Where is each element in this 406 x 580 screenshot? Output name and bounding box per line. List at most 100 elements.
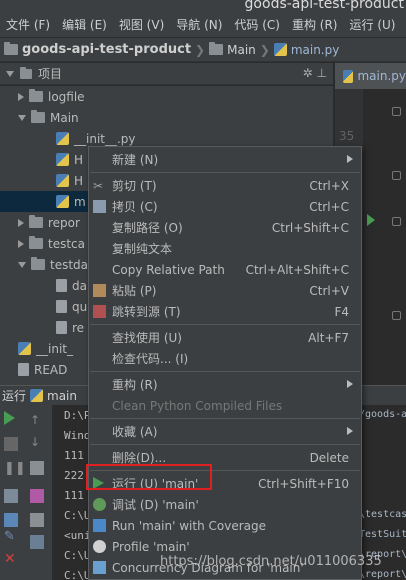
tree-item[interactable]: __init_ (18, 338, 73, 359)
profile-icon (93, 540, 106, 553)
console-line: 111 (64, 489, 84, 502)
chevron-down-icon[interactable] (18, 114, 26, 121)
menu-item[interactable]: 编辑 (E) (56, 16, 113, 33)
console-line-tail: \report\ (359, 569, 406, 580)
context-menu-label: 重构 (R) (112, 378, 158, 392)
menu-item[interactable]: 重构 (R) (286, 16, 344, 33)
breadcrumb-label: main.py (290, 42, 340, 57)
tree-item[interactable]: H (56, 170, 83, 191)
breadcrumb-item[interactable]: Main (209, 42, 256, 57)
fold-icon[interactable] (392, 217, 401, 226)
context-menu-label: 查找使用 (U) (112, 331, 182, 345)
tree-item[interactable]: READ (18, 359, 67, 380)
wrap-icon[interactable] (30, 461, 44, 475)
paste-icon (93, 284, 106, 297)
fold-icon[interactable] (392, 311, 401, 320)
stop-icon[interactable] (4, 437, 18, 451)
tree-item[interactable]: testca (18, 233, 85, 254)
context-menu-item[interactable]: 跳转到源 (T) F4 (89, 301, 361, 322)
console-line-tail: \testcas (359, 509, 406, 520)
menu-separator (90, 371, 360, 372)
collapse-icon[interactable] (6, 70, 14, 77)
breadcrumb-item[interactable]: goods-api-test-product (4, 42, 191, 57)
tree-item[interactable]: m (0, 191, 90, 212)
chevron-right-icon[interactable] (18, 218, 24, 227)
scroll-end-icon[interactable] (30, 489, 44, 503)
context-menu-label: 收藏 (A) (112, 425, 158, 439)
gear-icon[interactable]: ✲ ⊥ (303, 66, 327, 80)
tree-item[interactable]: da (56, 275, 87, 296)
pin-icon[interactable]: ✎ (4, 529, 18, 544)
console-line: 222 (64, 469, 84, 482)
tree-item-label: da (72, 278, 87, 293)
tree-item[interactable]: re (56, 317, 84, 338)
context-menu-item[interactable]: 重构 (R) (89, 374, 361, 395)
menu-items: 文件 (F) 编辑 (E) 视图 (V) 导航 (N) 代码 (C) 重构 (R) 运行 (… (0, 16, 406, 33)
tree-item[interactable]: qu (56, 296, 87, 317)
print-icon[interactable] (30, 513, 44, 527)
file-icon (18, 363, 29, 376)
menu-item[interactable]: 视图 (V) (113, 16, 170, 33)
python-file-icon (56, 174, 69, 187)
tree-item-label: repor (48, 215, 80, 230)
arrow-up-icon[interactable]: ↑ (30, 413, 44, 427)
tree-item[interactable]: logfile (18, 86, 85, 107)
context-menu-item[interactable]: 调试 (D) 'main' (89, 494, 361, 515)
layout-icon[interactable] (4, 489, 18, 503)
close-icon[interactable]: ✕ (4, 551, 18, 567)
context-menu-item[interactable]: 粘贴 (P) Ctrl+V (89, 280, 361, 301)
run-gutter-icon[interactable] (367, 214, 375, 226)
trash-icon[interactable] (30, 535, 44, 549)
shortcut-label: Ctrl+V (309, 283, 349, 298)
console-line: C:\U (64, 509, 91, 522)
console-line-tail: /goods-a (359, 409, 406, 420)
folder-icon (29, 236, 43, 249)
tree-item-label: Main (50, 110, 79, 125)
arrow-down-icon[interactable]: ↓ (30, 435, 44, 449)
rerun-icon[interactable] (4, 411, 15, 425)
tree-item[interactable]: Main (18, 107, 79, 128)
tree-item[interactable]: testda (18, 254, 88, 275)
context-menu-item[interactable]: ✂ 剪切 (T) Ctrl+X (89, 175, 361, 196)
context-menu-item[interactable]: 新建 (N) (89, 149, 361, 170)
chevron-down-icon[interactable] (18, 261, 26, 268)
tree-item-label: re (72, 320, 85, 335)
context-menu-item[interactable]: 复制纯文本 (89, 238, 361, 259)
context-menu-item[interactable]: Copy Relative Path Ctrl+Alt+Shift+C (89, 259, 361, 280)
breadcrumb-item[interactable]: main.py (273, 42, 340, 57)
tree-item[interactable]: H (56, 149, 83, 170)
context-menu-item[interactable]: 查找使用 (U) Alt+F7 (89, 327, 361, 348)
menu-item[interactable]: 工 (401, 16, 406, 33)
python-file-icon (30, 389, 44, 402)
context-menu-item[interactable]: 检查代码... (I) (89, 348, 361, 369)
pause-icon[interactable]: ❚❚ (4, 461, 26, 476)
settings-icon[interactable] (4, 513, 18, 527)
chevron-right-icon[interactable] (18, 239, 24, 248)
tree-item-label: H (74, 173, 84, 188)
console-line: Wind (64, 429, 91, 442)
tree-item-label: m (74, 194, 86, 209)
menu-item[interactable]: 导航 (N) (170, 16, 228, 33)
chevron-right-icon[interactable] (18, 92, 24, 101)
copy-icon (93, 200, 106, 213)
tree-item[interactable]: repor (18, 212, 80, 233)
python-file-icon (18, 342, 31, 355)
menu-item[interactable]: 文件 (F) (0, 16, 56, 33)
fold-icon[interactable] (392, 107, 401, 116)
fold-icon[interactable] (392, 171, 401, 180)
context-menu-item[interactable]: 收藏 (A) (89, 421, 361, 442)
submenu-arrow-icon (347, 427, 353, 435)
window-title: goods-api-test-product (244, 0, 404, 12)
context-menu-item[interactable]: 复制路径 (O) Ctrl+Shift+C (89, 217, 361, 238)
shortcut-label: Delete (309, 450, 349, 465)
editor-tab-label: main.py (357, 69, 406, 83)
context-menu-item[interactable]: 拷贝 (C) Ctrl+C (89, 196, 361, 217)
menu-item[interactable]: 运行 (U) (344, 16, 402, 33)
run-panel-label: 运行 (2, 389, 27, 403)
menu-separator (90, 444, 360, 445)
run-config-label[interactable]: main (47, 389, 77, 403)
menu-item[interactable]: 代码 (C) (228, 16, 286, 33)
context-menu-item[interactable]: Run 'main' with Coverage (89, 515, 361, 536)
menu-separator (90, 172, 360, 173)
editor-tab-main[interactable]: main.py (335, 63, 406, 89)
